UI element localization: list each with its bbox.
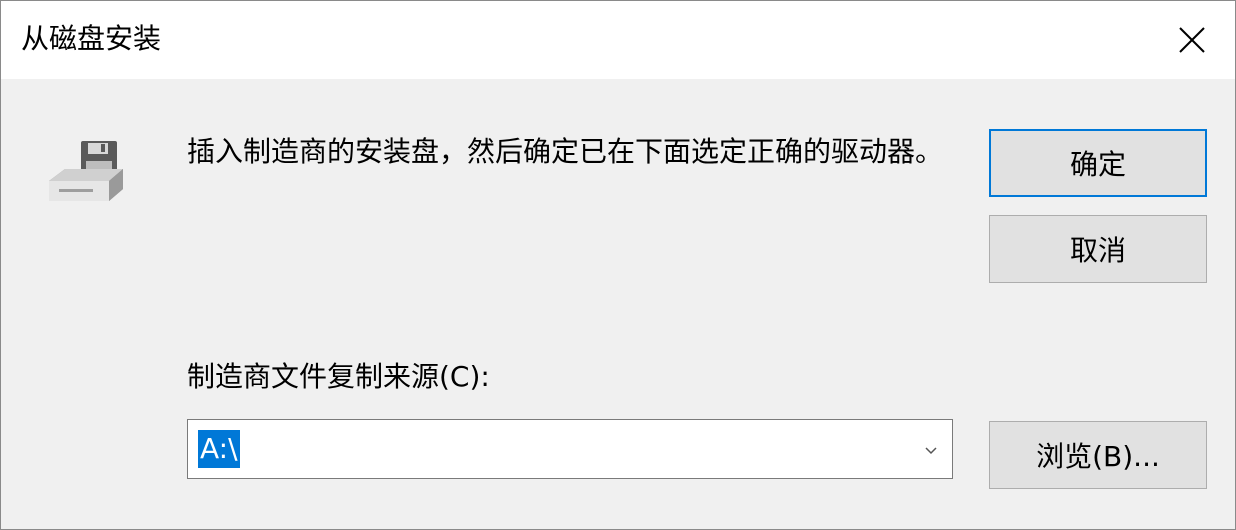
close-icon: [1179, 27, 1205, 53]
copy-source-value[interactable]: A:\: [198, 430, 240, 468]
instruction-message: 插入制造商的安装盘，然后确定已在下面选定正确的驱动器。: [187, 135, 944, 168]
title-bar: 从磁盘安装: [1, 1, 1235, 79]
window-title: 从磁盘安装: [21, 22, 162, 55]
copy-source-label: 制造商文件复制来源(C):: [187, 360, 490, 393]
ok-button[interactable]: 确定: [989, 129, 1207, 197]
browse-button[interactable]: 浏览(B)...: [989, 421, 1207, 489]
floppy-disk-drive-icon: [45, 139, 125, 205]
cancel-button[interactable]: 取消: [989, 215, 1207, 283]
copy-source-combobox[interactable]: A:\: [187, 419, 953, 479]
close-button[interactable]: [1149, 1, 1235, 79]
chevron-down-icon[interactable]: [924, 442, 938, 456]
install-from-disk-dialog: 从磁盘安装 插入制造商的安装盘，然后确定已在下面选定正确的驱动器。 确定 取消 …: [0, 0, 1236, 530]
